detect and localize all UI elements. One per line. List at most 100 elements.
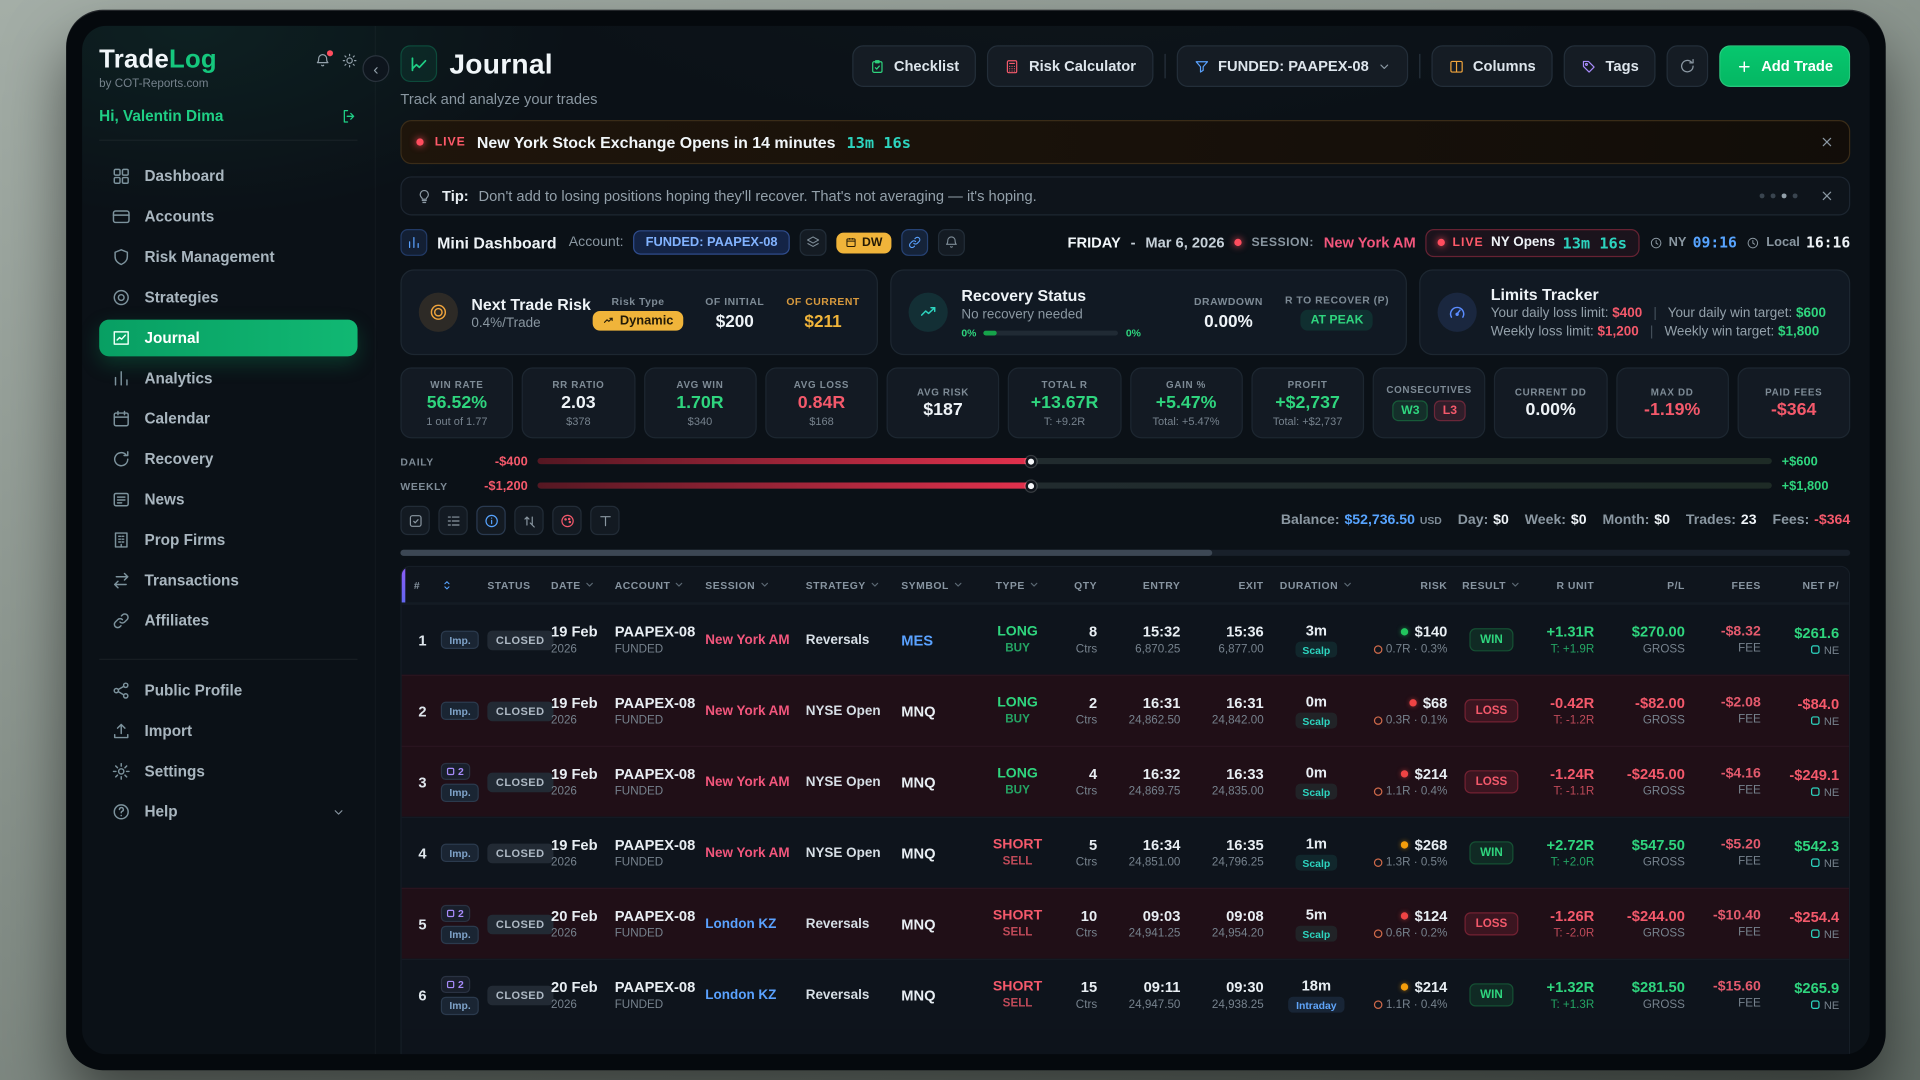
tip-banner: Tip: Don't add to losing positions hopin…: [400, 176, 1850, 215]
column-header-result[interactable]: RESULT: [1457, 579, 1526, 591]
integrations-icon[interactable]: [901, 229, 928, 256]
account-filter-dropdown[interactable]: FUNDED: PAAPEX-08: [1176, 45, 1408, 87]
column-header-session[interactable]: SESSION: [700, 579, 800, 591]
checklist-button[interactable]: Checklist: [852, 45, 976, 87]
plus-icon: [1737, 58, 1753, 74]
stat-card: PROFIT +$2,737 Total: +$2,737: [1251, 367, 1364, 438]
close-icon[interactable]: [1820, 189, 1835, 204]
refresh-button[interactable]: [1667, 45, 1709, 87]
dw-calendar-badge[interactable]: DW: [836, 232, 891, 253]
column-header-risk[interactable]: RISK: [1359, 579, 1457, 591]
local-clock: Local 16:16: [1747, 234, 1851, 251]
column-header-exit[interactable]: EXIT: [1190, 579, 1273, 591]
sidebar-item[interactable]: Import: [99, 713, 357, 750]
risk-calculator-button[interactable]: Risk Calculator: [987, 45, 1153, 87]
tags-button[interactable]: Tags: [1564, 45, 1656, 87]
add-trade-button[interactable]: Add Trade: [1720, 45, 1851, 87]
sidebar-item[interactable]: Settings: [99, 753, 357, 790]
page-subtitle: Track and analyze your trades: [400, 91, 597, 108]
sidebar-item[interactable]: Recovery: [99, 441, 357, 478]
clock-icon: [1649, 236, 1662, 249]
risk-dot: [1401, 983, 1408, 990]
palette-icon[interactable]: [552, 506, 581, 535]
result-badge: LOSS: [1465, 699, 1519, 722]
column-header-strategy[interactable]: STRATEGY: [801, 579, 897, 591]
column-header-date[interactable]: DATE: [546, 579, 610, 591]
live-countdown: 13m 16s: [846, 133, 911, 151]
table-row[interactable]: 4 Imp. CLOSED 19 Feb2026 PAAPEX-08FUNDED…: [402, 817, 1849, 888]
sidebar-item[interactable]: Analytics: [99, 360, 357, 397]
notifications-bell-icon[interactable]: [315, 52, 331, 68]
risk-type-badge[interactable]: Dynamic: [593, 310, 683, 330]
tip-pagination-dots[interactable]: [1760, 193, 1798, 198]
page-title: Journal: [449, 47, 552, 80]
sidebar-item[interactable]: Public Profile: [99, 672, 357, 709]
account-badge[interactable]: FUNDED: PAAPEX-08: [633, 230, 789, 254]
risk-dot: [1401, 841, 1408, 848]
sidebar-item-icon: [111, 530, 131, 550]
close-icon[interactable]: [1820, 135, 1835, 150]
info-icon[interactable]: [476, 506, 505, 535]
column-header-fees[interactable]: FEES: [1695, 579, 1771, 591]
column-header-r-unit[interactable]: R UNIT: [1526, 579, 1604, 591]
column-header-sort-all[interactable]: [436, 579, 483, 591]
date: Mar 6, 2026: [1145, 234, 1224, 251]
table-row[interactable]: 3 2 Imp. CLOSED 19 Feb2026 PAAPEX-08FUND…: [402, 746, 1849, 817]
column-header-status[interactable]: STATUS: [482, 579, 546, 591]
sidebar-item[interactable]: Transactions: [99, 562, 357, 599]
sidebar-item[interactable]: Accounts: [99, 198, 357, 235]
result-badge: WIN: [1469, 628, 1514, 651]
risk-dot: [1409, 699, 1416, 706]
theme-sun-icon[interactable]: [342, 52, 358, 68]
columns-button[interactable]: Columns: [1431, 45, 1553, 87]
net-icon: [1812, 716, 1821, 725]
column-header-pl[interactable]: P/L: [1604, 579, 1695, 591]
account-summary: Balance: $52,736.50 USD Day: $0 Week: $0: [1281, 513, 1850, 528]
sidebar-item-label: Prop Firms: [144, 531, 225, 548]
table-row[interactable]: 5 2 Imp. CLOSED 20 Feb2026 PAAPEX-08FUND…: [402, 888, 1849, 959]
sidebar-item[interactable]: Risk Management: [99, 239, 357, 276]
logout-icon[interactable]: [340, 108, 357, 125]
column-header-type[interactable]: TYPE: [982, 579, 1053, 591]
text-size-icon[interactable]: [590, 506, 619, 535]
column-header-account[interactable]: ACCOUNT: [610, 579, 701, 591]
summary-item: Fees: -$364: [1772, 513, 1850, 528]
sort-icon[interactable]: [514, 506, 543, 535]
session-dot: [1234, 239, 1241, 246]
column-header-duration[interactable]: DURATION: [1273, 579, 1359, 591]
scrollbar-thumb[interactable]: [400, 550, 1212, 556]
list-view-icon[interactable]: [438, 506, 467, 535]
sidebar-item[interactable]: Dashboard: [99, 158, 357, 195]
select-checkbox-icon[interactable]: [400, 506, 429, 535]
table-horizontal-scrollbar[interactable]: [400, 550, 1850, 556]
sidebar-item[interactable]: Prop Firms: [99, 522, 357, 559]
sidebar-item[interactable]: Calendar: [99, 400, 357, 437]
sidebar-item[interactable]: Help: [99, 793, 357, 830]
sidebar-item[interactable]: Journal: [99, 320, 357, 357]
table-row[interactable]: 1 Imp. CLOSED 19 Feb2026 PAAPEX-08FUNDED…: [402, 604, 1849, 675]
lightbulb-icon: [416, 188, 432, 204]
alerts-bell-icon[interactable]: [938, 229, 965, 256]
table-row[interactable]: 2 Imp. CLOSED 19 Feb2026 PAAPEX-08FUNDED…: [402, 675, 1849, 746]
imported-badge: Imp.: [441, 925, 480, 943]
sidebar-item[interactable]: Affiliates: [99, 602, 357, 639]
layers-icon[interactable]: [800, 229, 827, 256]
sidebar-item-label: Settings: [144, 763, 204, 780]
result-badge: LOSS: [1465, 912, 1519, 935]
desktop-background: TradeLog by COT-Reports.com Hi, Valentin…: [0, 0, 1920, 1080]
sidebar-collapse-button[interactable]: ‹: [362, 55, 389, 82]
table-row[interactable]: 6 2 Imp. CLOSED 20 Feb2026 PAAPEX-08FUND…: [402, 959, 1849, 1030]
column-header-net-pl[interactable]: NET P/: [1771, 579, 1849, 591]
limits-tracker-card: Limits Tracker Your daily loss limit: $4…: [1420, 269, 1850, 355]
column-header-number[interactable]: #: [402, 579, 436, 591]
net-icon: [1812, 929, 1821, 938]
import-count-badge: 2: [441, 975, 470, 992]
sidebar-item[interactable]: News: [99, 481, 357, 518]
column-header-entry[interactable]: ENTRY: [1107, 579, 1190, 591]
column-header-qty[interactable]: QTY: [1053, 579, 1107, 591]
sidebar-item[interactable]: Strategies: [99, 279, 357, 316]
column-header-symbol[interactable]: SYMBOL: [896, 579, 982, 591]
user-greeting: Hi, Valentin Dima: [99, 108, 223, 125]
sidebar-item-label: Help: [144, 803, 177, 820]
sidebar-item-icon: [111, 490, 131, 510]
